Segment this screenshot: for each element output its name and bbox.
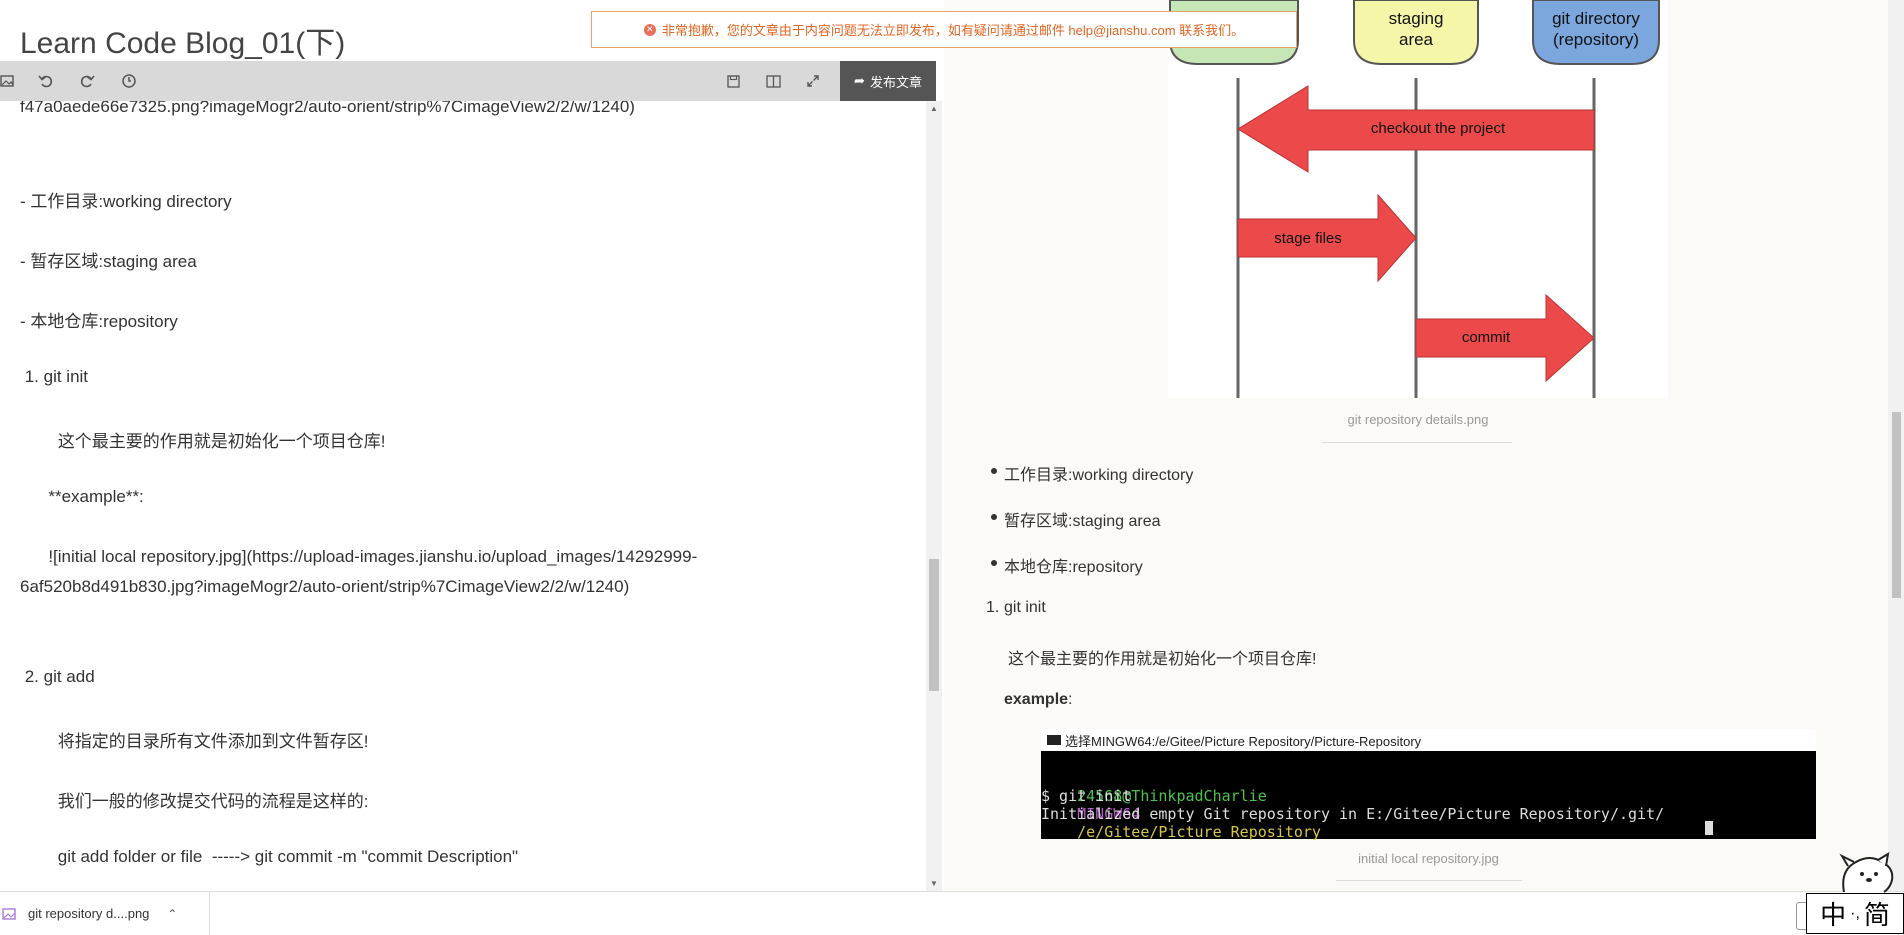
example-heading: example (1004, 691, 1069, 708)
publish-label: 发布文章 (869, 74, 922, 90)
editor-line: 将指定的目录所有文件添加到文件暂存区! (20, 732, 369, 751)
editor-scrollbar[interactable]: ▲ ▼ (926, 101, 942, 891)
terminal-command: $ git init (1041, 787, 1132, 805)
bullet (991, 468, 997, 474)
redo-icon[interactable] (72, 61, 102, 101)
error-icon: ✕ (643, 23, 656, 36)
undo-icon[interactable] (31, 61, 61, 101)
preview-scrollbar[interactable] (1888, 0, 1904, 891)
commit-arrow-label: commit (1461, 329, 1511, 346)
publish-error-notice: ✕ 非常抱歉，您的文章由于内容问题无法立即发布，如有疑问请通过邮件 help@j… (591, 11, 1297, 48)
caption-divider (1336, 880, 1522, 881)
stage-files-arrow-label: stage files (1274, 230, 1342, 247)
notice-text: 非常抱歉，您的文章由于内容问题无法立即发布，如有疑问请通过邮件 help@jia… (661, 23, 1245, 38)
git-repository-diagram: staging area git directory (repository) … (1168, 0, 1668, 398)
list-item: git init (1004, 599, 1046, 616)
history-icon[interactable] (114, 61, 144, 101)
git-directory-label: git directory (repository) (1552, 9, 1640, 49)
download-item[interactable]: git repository d....png ⌃ (0, 892, 210, 935)
ime-punctuation: ·, (1850, 904, 1860, 922)
ime-indicator[interactable]: 中 ·, 简 (1806, 893, 1904, 934)
ime-mode-chinese: 中 (1820, 900, 1847, 930)
list-item: 工作目录:working directory (1004, 467, 1194, 484)
image-file-icon (2, 907, 16, 920)
scroll-down-icon[interactable]: ▼ (930, 879, 938, 888)
example-colon: : (1068, 691, 1073, 708)
list-item: 本地仓库:repository (1004, 559, 1143, 576)
terminal-title: 选择MINGW64:/e/Gitee/Picture Repository/Pi… (1065, 733, 1422, 749)
terminal-path: /e/Gitee/Picture Repository (1077, 823, 1321, 841)
terminal-screenshot: 选择MINGW64:/e/Gitee/Picture Repository/Pi… (1041, 729, 1816, 841)
list-item: 暂存区域:staging area (1004, 513, 1161, 530)
caption-divider (1322, 442, 1512, 443)
editor-line: 我们一般的修改提交代码的流程是这样的: (20, 792, 369, 811)
download-bar: git repository d....png ⌃ (0, 891, 1904, 935)
download-filename: git repository d....png (28, 906, 150, 921)
editor-line: - 本地仓库:repository (20, 312, 178, 331)
terminal-titlebar: 选择MINGW64:/e/Gitee/Picture Repository/Pi… (1041, 729, 1816, 751)
image-icon[interactable] (0, 61, 22, 101)
terminal-output: Initialized empty Git repository in E:/G… (1041, 805, 1665, 823)
editor-line: 6af520b8d491b830.jpg?imageMogr2/auto-ori… (20, 577, 630, 596)
list-number: 1. (986, 599, 1000, 616)
share-icon: ➦ (854, 73, 865, 88)
editor-line: ![initial local repository.jpg](https://… (20, 547, 698, 566)
editor-line: **example**: (20, 487, 144, 506)
paragraph: 这个最主要的作用就是初始化一个项目仓库! (1008, 651, 1317, 668)
ime-mode-simplified: 简 (1863, 900, 1890, 930)
editor-line: git add folder or file -----> git commit… (20, 847, 519, 866)
editor-line: 这个最主要的作用就是初始化一个项目仓库! (20, 432, 386, 451)
fullscreen-icon[interactable] (798, 61, 828, 101)
save-icon[interactable] (718, 61, 748, 101)
chevron-up-icon[interactable]: ⌃ (167, 907, 177, 921)
editor-line: f47a0aede66e7325.png?imageMogr2/auto-ori… (20, 101, 635, 116)
preview-scroll-thumb[interactable] (1892, 412, 1901, 598)
split-view-icon[interactable] (758, 61, 788, 101)
terminal-icon (1047, 735, 1061, 745)
bullet (991, 514, 997, 520)
editor-line: - 暂存区域:staging area (20, 252, 197, 271)
editor-line: 1. git init (20, 367, 89, 386)
publish-button[interactable]: ➦ 发布文章 (840, 61, 936, 101)
markdown-editor[interactable]: f47a0aede66e7325.png?imageMogr2/auto-ori… (0, 101, 926, 891)
image-caption: git repository details.png (1347, 412, 1489, 427)
editor-scroll-thumb[interactable] (929, 559, 939, 691)
bullet (991, 560, 997, 566)
editor-line: 2. git add (20, 667, 95, 686)
scroll-up-icon[interactable]: ▲ (930, 104, 938, 113)
terminal-cursor (1705, 821, 1713, 835)
article-title[interactable]: Learn Code Blog_01(下) (20, 18, 345, 62)
editor-line: - 工作目录:working directory (20, 192, 232, 211)
editor-toolbar: ➦ 发布文章 (0, 61, 936, 101)
staging-area-label: staging area (1388, 9, 1444, 49)
ime-mascot-icon (1836, 852, 1896, 896)
checkout-arrow-label: checkout the project (1370, 120, 1506, 137)
